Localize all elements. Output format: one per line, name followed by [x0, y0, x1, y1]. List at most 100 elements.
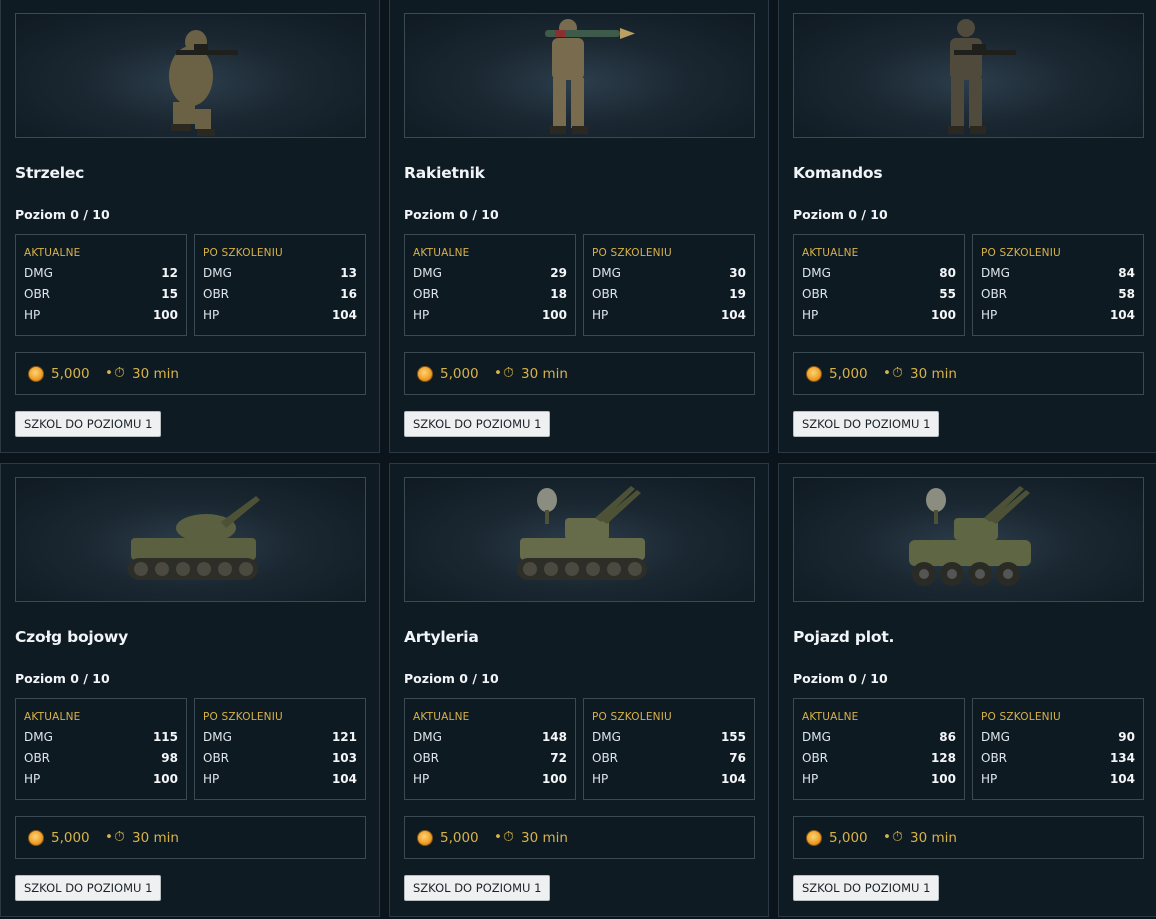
unit-level: Poziom 0 / 10 [404, 207, 499, 222]
stat-row-obr: OBR 128 [802, 751, 956, 767]
unit-name: Komandos [793, 164, 883, 182]
current-stats-header: AKTUALNE [413, 711, 470, 723]
stat-row-dmg: DMG 86 [802, 730, 956, 746]
cost-amount: 5,000 [440, 830, 479, 846]
stat-label: DMG [203, 266, 232, 280]
stat-value: 104 [1109, 772, 1135, 786]
after-training-stats-panel: PO SZKOLENIU DMG 30 OBR 19 HP 104 [583, 234, 755, 336]
after-training-stats-header: PO SZKOLENIU [203, 711, 283, 723]
stat-value: 104 [331, 772, 357, 786]
cost-amount: 5,000 [51, 830, 90, 846]
unit-card-3: Komandos Poziom 0 / 10 AKTUALNE DMG 80 OB… [778, 0, 1156, 453]
stat-value: 121 [331, 730, 357, 744]
train-button[interactable]: SZKOL DO POZIOMU 1 [15, 411, 162, 437]
after-training-stats-panel: PO SZKOLENIU DMG 121 OBR 103 HP 104 [194, 698, 366, 800]
current-stats-header: AKTUALNE [413, 247, 470, 259]
stat-row-obr: OBR 19 [592, 287, 746, 303]
stat-value: 98 [161, 751, 178, 765]
training-cost: 5,000 • ⏱ 30 min [15, 352, 366, 395]
stat-row-hp: HP 104 [203, 772, 357, 788]
sniper-soldier-icon [169, 30, 238, 136]
stat-value: 128 [930, 751, 956, 765]
unit-name: Strzelec [15, 164, 85, 182]
stat-row-dmg: DMG 121 [203, 730, 357, 746]
stat-value: 155 [720, 730, 746, 744]
after-training-stats-panel: PO SZKOLENIU DMG 90 OBR 134 HP 104 [972, 698, 1144, 800]
current-stats-panel: AKTUALNE DMG 12 OBR 15 HP 100 [15, 234, 187, 336]
training-duration: 30 min [910, 830, 957, 846]
stat-row-obr: OBR 55 [802, 287, 956, 303]
training-cost: 5,000 • ⏱ 30 min [404, 816, 755, 859]
current-stats-header: AKTUALNE [802, 247, 859, 259]
training-duration: 30 min [132, 366, 179, 382]
stopwatch-icon: ⏱ [892, 365, 903, 381]
stat-row-obr: OBR 98 [24, 751, 178, 767]
stat-label: DMG [413, 730, 442, 744]
unit-card-6: Pojazd plot. Poziom 0 / 10 AKTUALNE DMG 8… [778, 463, 1156, 917]
stat-row-obr: OBR 58 [981, 287, 1135, 303]
stat-value: 76 [729, 751, 746, 765]
training-duration: 30 min [521, 830, 568, 846]
current-stats-header: AKTUALNE [24, 711, 81, 723]
stat-label: OBR [413, 751, 440, 765]
stat-value: 100 [541, 308, 567, 322]
train-button[interactable]: SZKOL DO POZIOMU 1 [404, 875, 551, 901]
stat-row-hp: HP 104 [592, 772, 746, 788]
current-stats-header: AKTUALNE [24, 247, 81, 259]
stat-label: DMG [592, 730, 621, 744]
cost-separator: • [105, 365, 113, 381]
stat-label: DMG [24, 730, 53, 744]
cost-separator: • [105, 829, 113, 845]
battle-tank-icon [128, 496, 260, 580]
gold-coin-icon [417, 366, 433, 382]
stat-label: OBR [592, 751, 619, 765]
current-stats-panel: AKTUALNE DMG 80 OBR 55 HP 100 [793, 234, 965, 336]
stat-value: 100 [930, 772, 956, 786]
train-button[interactable]: SZKOL DO POZIOMU 1 [404, 411, 551, 437]
train-button[interactable]: SZKOL DO POZIOMU 1 [793, 411, 940, 437]
stat-row-dmg: DMG 80 [802, 266, 956, 282]
stat-value: 86 [939, 730, 956, 744]
cost-separator: • [883, 365, 891, 381]
stat-value: 100 [152, 772, 178, 786]
stat-row-obr: OBR 16 [203, 287, 357, 303]
stat-label: OBR [802, 287, 829, 301]
unit-level: Poziom 0 / 10 [793, 207, 888, 222]
stat-row-dmg: DMG 29 [413, 266, 567, 282]
stat-row-hp: HP 100 [24, 308, 178, 324]
training-duration: 30 min [910, 366, 957, 382]
stat-label: OBR [203, 751, 230, 765]
stat-row-hp: HP 100 [802, 308, 956, 324]
training-cost: 5,000 • ⏱ 30 min [15, 816, 366, 859]
train-button[interactable]: SZKOL DO POZIOMU 1 [15, 875, 162, 901]
unit-image [15, 477, 366, 602]
after-training-stats-panel: PO SZKOLENIU DMG 13 OBR 16 HP 104 [194, 234, 366, 336]
current-stats-panel: AKTUALNE DMG 115 OBR 98 HP 100 [15, 698, 187, 800]
stat-row-dmg: DMG 90 [981, 730, 1135, 746]
stat-row-hp: HP 104 [981, 772, 1135, 788]
cost-amount: 5,000 [51, 366, 90, 382]
stopwatch-icon: ⏱ [503, 365, 514, 381]
stopwatch-icon: ⏱ [114, 829, 125, 845]
stat-value: 12 [161, 266, 178, 280]
stat-value: 100 [930, 308, 956, 322]
unit-training-grid: Strzelec Poziom 0 / 10 AKTUALNE DMG 12 OB… [0, 0, 1156, 919]
after-training-stats-header: PO SZKOLENIU [592, 711, 672, 723]
stat-value: 19 [729, 287, 746, 301]
cost-separator: • [494, 365, 502, 381]
stat-label: HP [802, 308, 819, 322]
unit-level: Poziom 0 / 10 [793, 671, 888, 686]
stat-value: 30 [729, 266, 746, 280]
stat-row-obr: OBR 76 [592, 751, 746, 767]
unit-image [404, 13, 755, 138]
stat-value: 72 [550, 751, 567, 765]
training-duration: 30 min [521, 366, 568, 382]
stat-value: 100 [541, 772, 567, 786]
stat-value: 104 [1109, 308, 1135, 322]
current-stats-panel: AKTUALNE DMG 148 OBR 72 HP 100 [404, 698, 576, 800]
stat-row-hp: HP 104 [592, 308, 746, 324]
gold-coin-icon [806, 366, 822, 382]
gold-coin-icon [28, 830, 44, 846]
train-button[interactable]: SZKOL DO POZIOMU 1 [793, 875, 940, 901]
stat-label: HP [592, 772, 609, 786]
